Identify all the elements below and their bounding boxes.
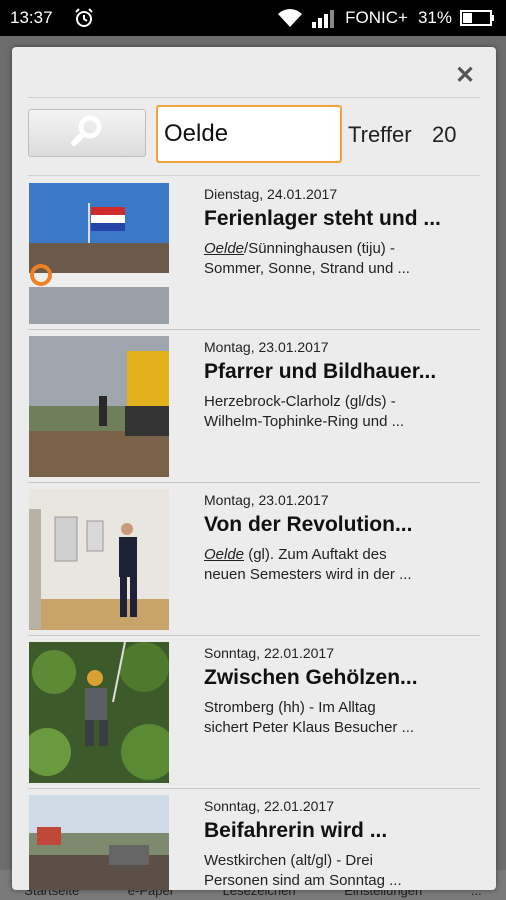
list-item[interactable]: Sonntag, 22.01.2017 Zwischen Gehölzen...… xyxy=(28,636,480,789)
result-teaser: Westkirchen (alt/gl) - Drei Personen sin… xyxy=(204,852,402,889)
list-item[interactable]: Montag, 23.01.2017 Pfarrer und Bildhauer… xyxy=(28,330,480,483)
result-date: Sonntag, 22.01.2017 xyxy=(204,798,335,814)
result-teaser: Oelde/Sünninghausen (tiju) - Sommer, Son… xyxy=(204,240,410,277)
signal-icon xyxy=(311,8,335,28)
result-teaser: Stromberg (hh) - Im Alltag sichert Peter… xyxy=(204,699,415,736)
result-teaser: Oelde (gl). Zum Auftakt des neuen Semest… xyxy=(204,546,412,583)
status-bar: 13:37 FONIC+ 31% xyxy=(0,0,506,36)
thumbnail-image xyxy=(29,183,169,324)
result-date: Montag, 23.01.2017 xyxy=(204,492,329,508)
clock: 13:37 xyxy=(10,8,53,27)
thumbnail-image xyxy=(29,642,169,783)
thumbnail-image xyxy=(29,336,169,477)
result-title: Pfarrer und Bildhauer... xyxy=(204,360,437,383)
search-highlight: Oelde xyxy=(204,546,245,563)
search-input[interactable] xyxy=(156,105,342,163)
result-teaser: Herzebrock-Clarholz (gl/ds) - Wilhelm-To… xyxy=(204,393,405,430)
list-item[interactable]: Dienstag, 24.01.2017 Ferienlager steht u… xyxy=(28,177,480,330)
result-date: Dienstag, 24.01.2017 xyxy=(204,186,338,202)
divider xyxy=(28,97,480,98)
thumbnail-image xyxy=(29,795,169,890)
result-date: Sonntag, 22.01.2017 xyxy=(204,645,335,661)
thumbnail-image xyxy=(29,489,169,630)
battery-percent: 31% xyxy=(417,8,452,27)
search-button[interactable] xyxy=(28,109,146,157)
close-icon[interactable]: ✕ xyxy=(454,64,476,88)
hits-count: 20 xyxy=(432,122,457,147)
search-icon xyxy=(70,114,104,153)
carrier-name: FONIC+ xyxy=(345,8,408,27)
result-title: Beifahrerin wird ... xyxy=(204,819,388,842)
search-row: Treffer 20 xyxy=(28,105,480,165)
result-title: Zwischen Gehölzen... xyxy=(204,666,418,689)
wifi-icon xyxy=(277,8,303,28)
battery-icon xyxy=(460,8,496,28)
hits-label: Treffer xyxy=(348,122,412,147)
divider xyxy=(28,175,480,176)
result-title: Ferienlager steht und ... xyxy=(204,207,441,230)
results-list: Dienstag, 24.01.2017 Ferienlager steht u… xyxy=(28,177,480,890)
list-item[interactable]: Montag, 23.01.2017 Von der Revolution...… xyxy=(28,483,480,636)
search-dialog: ✕ Treffer 20 xyxy=(12,47,496,890)
list-item[interactable]: Sonntag, 22.01.2017 Beifahrerin wird ...… xyxy=(28,789,480,890)
alarm-icon xyxy=(73,7,95,29)
result-title: Von der Revolution... xyxy=(204,513,413,536)
result-date: Montag, 23.01.2017 xyxy=(204,339,329,355)
search-highlight: Oelde xyxy=(204,240,245,257)
